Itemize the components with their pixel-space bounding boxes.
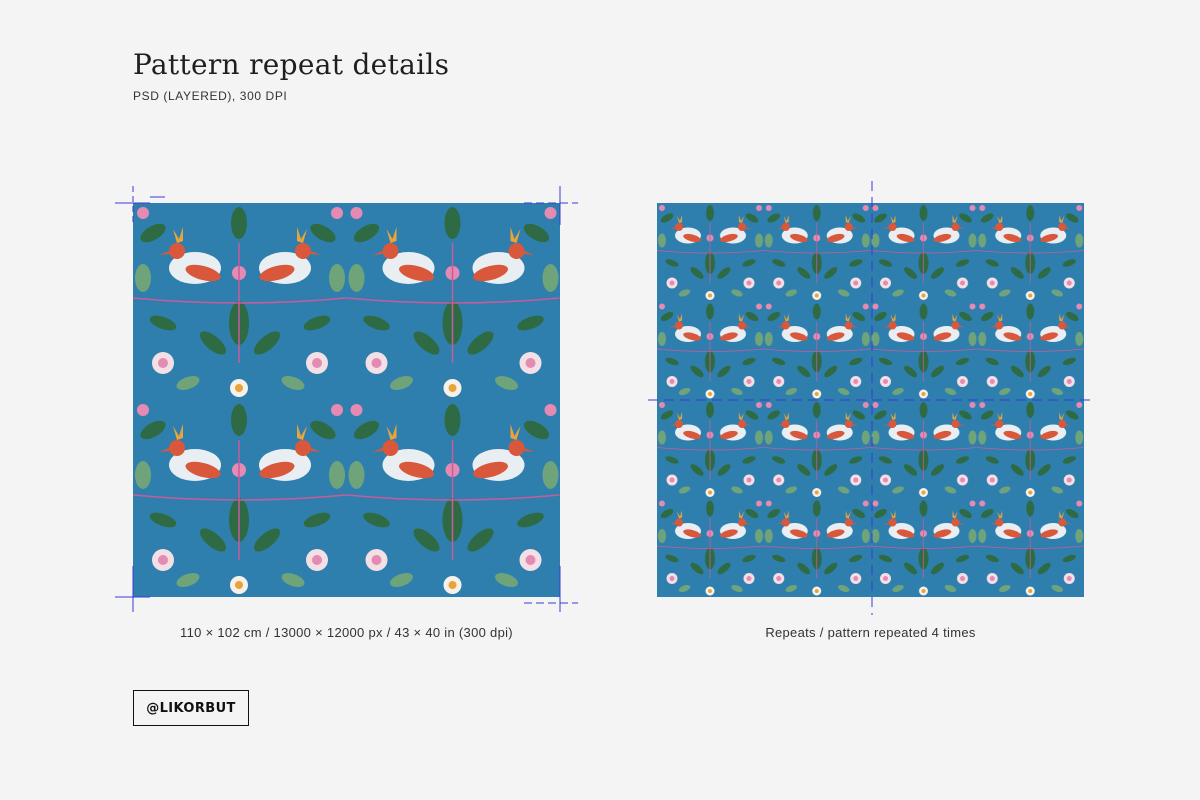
- tile-dimensions-caption: 110 × 102 cm / 13000 × 12000 px / 43 × 4…: [180, 625, 513, 640]
- page-subtitle: PSD (LAYERED), 300 DPI: [133, 89, 288, 103]
- brand-logo: @LIKORBUT: [133, 690, 249, 726]
- page-title: Pattern repeat details: [133, 48, 450, 81]
- pattern-artwork-repeated: [657, 203, 1084, 597]
- pattern-artwork: [133, 203, 560, 597]
- pattern-tile-single: [133, 203, 560, 597]
- repeat-caption: Repeats / pattern repeated 4 times: [765, 625, 976, 640]
- pattern-tile-repeated: [657, 203, 1084, 597]
